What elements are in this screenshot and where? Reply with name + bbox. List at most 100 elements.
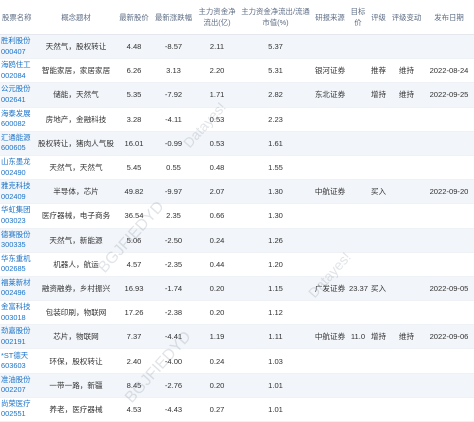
rating-change-cell [389, 203, 424, 229]
stock-cell[interactable]: 胜利股份 000407 [0, 34, 36, 60]
stock-code-link[interactable]: 002685 [1, 264, 35, 275]
stock-code-link[interactable]: 002551 [1, 409, 35, 420]
rating-cell [368, 228, 389, 253]
stock-cell[interactable]: 海泰发展 600082 [0, 107, 36, 132]
flow-ratio-cell: 1.20 [239, 252, 312, 277]
stock-cell[interactable]: 雅克科技 002409 [0, 179, 36, 205]
concept-cell: 机器人，航运 [36, 252, 116, 277]
stock-cell[interactable]: 公元股份 002641 [0, 82, 36, 108]
column-header-flow-ratio[interactable]: 主力资金净流出/流通市值(%) [239, 0, 312, 35]
stock-name-link[interactable]: *ST德天 [1, 351, 35, 362]
stock-code-link[interactable]: 002641 [1, 95, 35, 106]
rating-cell [368, 34, 389, 60]
column-header-main-flow[interactable]: 主力资金净流出(亿) [195, 0, 239, 35]
stock-name-link[interactable]: 华东重机 [1, 254, 35, 265]
rating-change-cell [389, 252, 424, 277]
stock-cell[interactable]: 华东重机 002685 [0, 252, 36, 277]
table-row[interactable]: 准油股份 002207 一带一路，新疆 8.45 -2.76 0.20 1.01 [0, 373, 474, 398]
stock-cell[interactable]: 汇通能源 600605 [0, 131, 36, 156]
column-header-target-price[interactable]: 目标价 [348, 0, 368, 35]
publish-date-cell: 2022-09-06 [424, 324, 474, 350]
column-header-change[interactable]: 最新涨跌幅 [152, 0, 195, 35]
table-row[interactable]: 公元股份 002641 储能，天然气 5.35 -7.92 1.71 2.82 东北证券 增持维… [0, 82, 474, 108]
stock-name-link[interactable]: 劲嘉股份 [1, 326, 35, 337]
table-row[interactable]: 金富科技 003018 包装印刷，物联网 17.26 -2.38 0.20 1.12 [0, 300, 474, 326]
main-flow-cell: 0.44 [195, 252, 239, 277]
stock-name-link[interactable]: 海泰发展 [1, 109, 35, 120]
main-flow-cell: 0.27 [195, 397, 239, 422]
stock-name-link[interactable]: 胜利股份 [1, 36, 35, 47]
stock-name-link[interactable]: 福莱新材 [1, 278, 35, 289]
table-row[interactable]: 雅克科技 002409 半导体，芯片 49.82 -9.97 2.07 1.30 中航证券 买入… [0, 179, 474, 205]
column-header-rating[interactable]: 评级 [368, 0, 389, 35]
stock-code-link[interactable]: 002496 [1, 288, 35, 299]
stock-code-link[interactable]: 002409 [1, 192, 35, 203]
report-source-cell [312, 203, 348, 229]
table-row[interactable]: 山东墨龙 002490 天然气，天然气 5.45 0.55 0.48 1.55 [0, 155, 474, 181]
stock-name-link[interactable]: 公元股份 [1, 84, 35, 95]
stock-name-link[interactable]: 准油股份 [1, 375, 35, 386]
column-header-price[interactable]: 最新股价 [116, 0, 152, 35]
table-row[interactable]: 尚荣医疗 002551 养老，医疗器械 4.53 -4.43 0.27 1.01 [0, 397, 474, 422]
table-row[interactable]: 胜利股份 000407 天然气，股权转让 4.48 -8.57 2.11 5.37 [0, 34, 474, 60]
stock-cell[interactable]: 海鸥住工 002084 [0, 58, 36, 84]
stock-cell[interactable]: 金富科技 003018 [0, 300, 36, 326]
stock-name-link[interactable]: 华虹集团 [1, 205, 35, 216]
publish-date-cell [424, 131, 474, 156]
stock-name-link[interactable]: 汇通能源 [1, 133, 35, 144]
stock-cell[interactable]: 劲嘉股份 002191 [0, 324, 36, 350]
stock-code-link[interactable]: 002207 [1, 385, 35, 396]
table-row[interactable]: 海鸥住工 002084 智能家居，家居家居 6.26 3.13 2.20 5.31 银河证券推… [0, 58, 474, 84]
stock-code-link[interactable]: 002084 [1, 71, 35, 82]
concept-cell: 天然气，天然气 [36, 155, 116, 181]
stock-cell[interactable]: 华虹集团 003023 [0, 203, 36, 229]
stock-cell[interactable]: *ST德天 603603 [0, 348, 36, 374]
stock-cell[interactable]: 福莱新材 002496 [0, 276, 36, 302]
column-header-stock-name[interactable]: 股票名称 [0, 0, 36, 35]
target-price-cell [348, 58, 368, 84]
price-cell: 4.57 [116, 252, 152, 277]
price-cell: 7.37 [116, 324, 152, 350]
concept-cell: 芯片，物联网 [36, 324, 116, 350]
column-header-report-source[interactable]: 研报来源 [312, 0, 348, 35]
stock-code-link[interactable]: 603603 [1, 361, 35, 372]
publish-date-cell [424, 34, 474, 60]
flow-ratio-cell: 5.37 [239, 34, 312, 60]
stock-code-link[interactable]: 002490 [1, 168, 35, 179]
stock-name-link[interactable]: 山东墨龙 [1, 157, 35, 168]
table-row[interactable]: *ST德天 603603 环保，股权转让 2.40 -4.00 0.24 1.03 [0, 348, 474, 374]
price-cell: 17.26 [116, 300, 152, 326]
stock-code-link[interactable]: 002191 [1, 337, 35, 348]
table-row[interactable]: 海泰发展 600082 房地产，金融科技 3.28 -4.11 0.53 2.23 [0, 107, 474, 132]
publish-date-cell [424, 397, 474, 422]
stock-table: 股票名称 概念题材 最新股价 最新涨跌幅 主力资金净流出(亿) 主力资金净流出/… [0, 0, 474, 422]
column-header-concept[interactable]: 概念题材 [36, 0, 116, 35]
stock-cell[interactable]: 山东墨龙 002490 [0, 155, 36, 181]
main-flow-cell: 0.20 [195, 373, 239, 398]
stock-code-link[interactable]: 000407 [1, 47, 35, 58]
table-row[interactable]: 福莱新材 002496 融资融券，乡村振兴 16.93 -1.74 0.20 1.15 广发证… [0, 276, 474, 302]
table-row[interactable]: 汇通能源 600605 股权转让，猪肉人气股 16.01 -0.99 0.53 1.61 [0, 131, 474, 156]
stock-code-link[interactable]: 300335 [1, 240, 35, 251]
stock-name-link[interactable]: 海鸥住工 [1, 60, 35, 71]
table-row[interactable]: 华东重机 002685 机器人，航运 4.57 -2.35 0.44 1.20 [0, 252, 474, 277]
stock-code-link[interactable]: 600605 [1, 143, 35, 154]
column-header-rating-change[interactable]: 评级变动 [389, 0, 424, 35]
rating-change-cell [389, 348, 424, 374]
stock-name-link[interactable]: 金富科技 [1, 302, 35, 313]
column-header-publish-date[interactable]: 发布日期 [424, 0, 474, 35]
target-price-cell [348, 82, 368, 108]
rating-cell: 买入 [368, 179, 389, 205]
table-row[interactable]: 华虹集团 003023 医疗器械，电子商务 36.54 2.35 0.66 1.30 [0, 203, 474, 229]
stock-code-link[interactable]: 003018 [1, 313, 35, 324]
stock-code-link[interactable]: 600082 [1, 119, 35, 130]
flow-ratio-cell: 2.23 [239, 107, 312, 132]
stock-name-link[interactable]: 雅克科技 [1, 181, 35, 192]
stock-cell[interactable]: 准油股份 002207 [0, 373, 36, 398]
table-row[interactable]: 德赛股份 300335 天然气，新能源 5.06 -2.50 0.24 1.26 [0, 228, 474, 253]
stock-name-link[interactable]: 德赛股份 [1, 230, 35, 241]
stock-cell[interactable]: 尚荣医疗 002551 [0, 397, 36, 422]
stock-cell[interactable]: 德赛股份 300335 [0, 228, 36, 253]
table-row[interactable]: 劲嘉股份 002191 芯片，物联网 7.37 -4.41 1.19 1.11 中航证券 11.… [0, 324, 474, 350]
stock-code-link[interactable]: 003023 [1, 216, 35, 227]
